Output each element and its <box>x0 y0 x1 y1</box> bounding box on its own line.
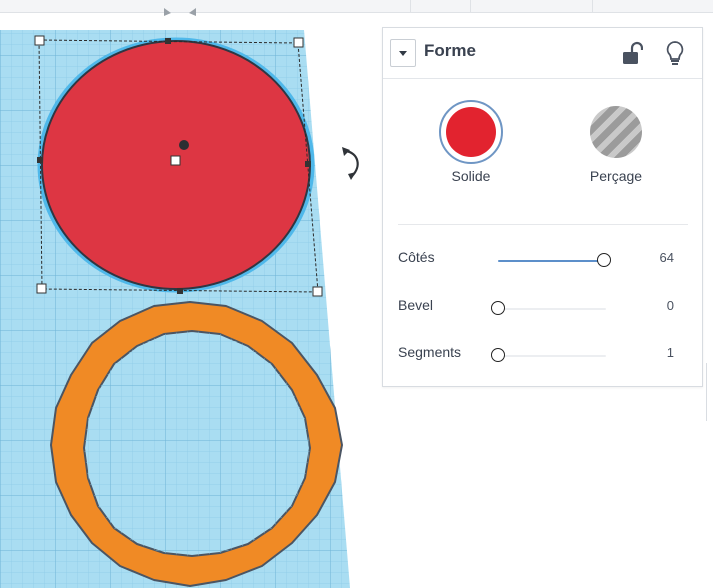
slider-fill <box>498 260 604 262</box>
corner-handle[interactable] <box>36 283 47 294</box>
solid-color-fill <box>446 107 496 157</box>
type-option-hole[interactable]: Perçage <box>576 100 656 190</box>
corner-handle[interactable] <box>293 37 304 48</box>
property-row-bevel: Bevel 0 <box>383 297 702 321</box>
edge-handle[interactable] <box>37 157 43 163</box>
rotate-arrow-icon[interactable] <box>336 144 370 184</box>
slider-thumb[interactable] <box>596 253 611 267</box>
corner-handle[interactable] <box>34 35 45 46</box>
lock-open-icon[interactable] <box>621 41 643 65</box>
hole-pattern-fill <box>590 106 642 158</box>
edge-handle[interactable] <box>177 288 183 294</box>
sides-slider[interactable] <box>498 253 611 267</box>
corner-handle[interactable] <box>312 286 323 297</box>
segments-slider[interactable] <box>491 348 606 362</box>
hole-label: Perçage <box>589 168 643 184</box>
hole-swatch[interactable] <box>584 100 648 164</box>
type-option-solid[interactable]: Solide <box>431 100 511 190</box>
panel-title: Forme <box>424 41 476 60</box>
property-row-segments: Segments 1 <box>383 344 702 368</box>
scrollbar-edge[interactable] <box>706 363 713 421</box>
slider-thumb[interactable] <box>491 348 505 362</box>
toolbar-segment[interactable] <box>470 0 593 12</box>
property-label: Bevel <box>398 297 434 313</box>
slider-thumb[interactable] <box>491 301 505 315</box>
edge-handle[interactable] <box>305 161 311 167</box>
workplane-view[interactable] <box>0 0 380 588</box>
edge-handle[interactable] <box>165 38 171 44</box>
property-value[interactable]: 1 <box>667 345 674 360</box>
rotate-top-arrows-icon[interactable] <box>160 4 200 18</box>
panel-header: Forme <box>383 28 702 79</box>
center-handle[interactable] <box>170 155 181 166</box>
height-handle[interactable] <box>179 140 189 150</box>
property-value[interactable]: 0 <box>667 298 674 313</box>
divider <box>398 224 688 225</box>
solid-swatch[interactable] <box>439 100 503 164</box>
bevel-slider[interactable] <box>491 301 606 315</box>
toolbar-segment[interactable] <box>592 0 713 12</box>
property-label: Côtés <box>398 249 435 265</box>
property-label: Segments <box>398 344 462 360</box>
toolbar-segment[interactable] <box>410 0 471 12</box>
shape-inspector-panel: Forme Solide Perçage Côtés 64 Bevel 0 Se… <box>382 27 703 387</box>
property-value[interactable]: 64 <box>660 250 674 265</box>
collapse-button[interactable] <box>390 39 416 67</box>
chevron-down-icon <box>399 51 407 56</box>
lightbulb-icon[interactable] <box>665 40 685 66</box>
solid-label: Solide <box>451 168 491 184</box>
property-row-sides: Côtés 64 <box>383 249 702 273</box>
